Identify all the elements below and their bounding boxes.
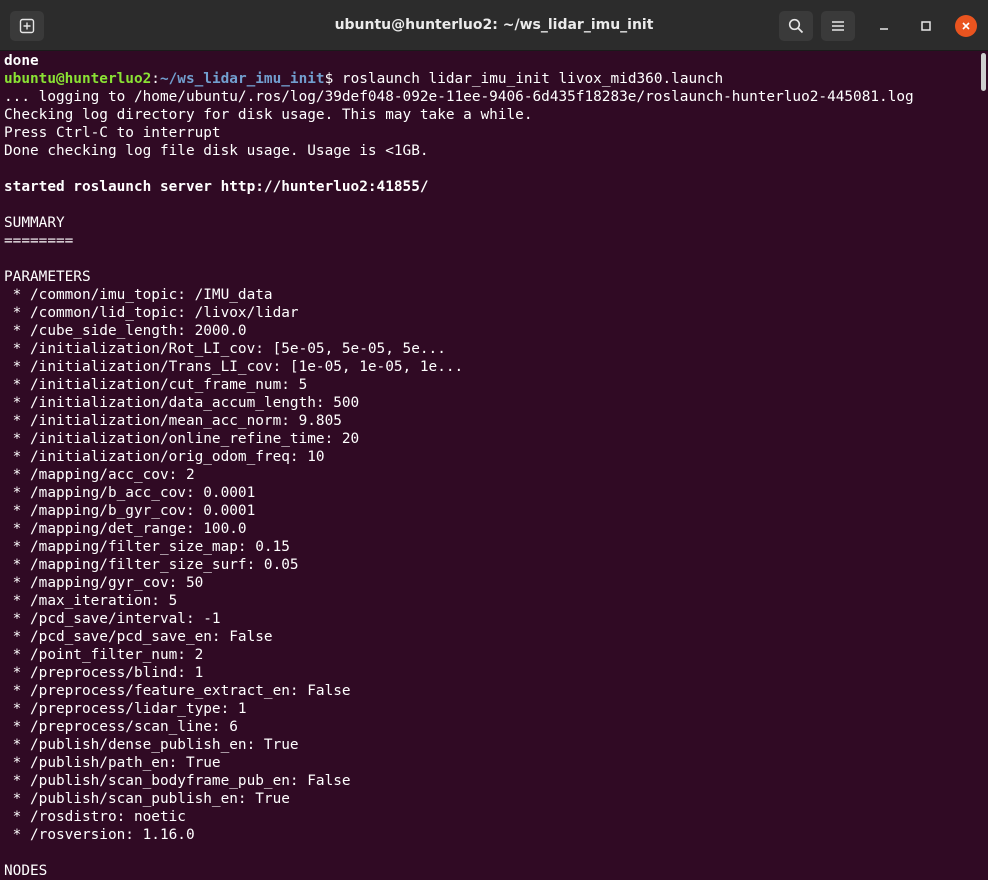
terminal-line: started roslaunch server http://hunterlu… — [4, 179, 429, 195]
param-line: * /point_filter_num: 2 — [4, 647, 204, 663]
terminal-line: SUMMARY — [4, 215, 65, 231]
param-line: * /preprocess/scan_line: 6 — [4, 719, 238, 735]
param-line: * /max_iteration: 5 — [4, 593, 178, 609]
terminal-line: Checking log directory for disk usage. T… — [4, 107, 533, 123]
terminal-output[interactable]: done ubuntu@hunterluo2:~/ws_lidar_imu_in… — [0, 51, 978, 880]
param-line: * /mapping/filter_size_surf: 0.05 — [4, 557, 299, 573]
terminal-line: done — [4, 53, 39, 69]
maximize-icon — [921, 21, 931, 31]
minimize-icon — [880, 28, 888, 30]
terminal-line: Press Ctrl-C to interrupt — [4, 125, 221, 141]
prompt-user: ubuntu@hunterluo2 — [4, 71, 152, 87]
param-line: * /initialization/cut_frame_num: 5 — [4, 377, 308, 393]
terminal-line: ... logging to /home/ubuntu/.ros/log/39d… — [4, 89, 914, 105]
param-line: * /mapping/gyr_cov: 50 — [4, 575, 204, 591]
param-line: * /common/lid_topic: /livox/lidar — [4, 305, 299, 321]
menu-button[interactable] — [821, 11, 855, 41]
param-line: * /publish/scan_publish_en: True — [4, 791, 290, 807]
param-line: * /preprocess/feature_extract_en: False — [4, 683, 351, 699]
param-line: * /mapping/acc_cov: 2 — [4, 467, 195, 483]
search-icon — [788, 18, 804, 34]
param-line: * /initialization/mean_acc_norm: 9.805 — [4, 413, 342, 429]
search-button[interactable] — [779, 11, 813, 41]
title-bar: ubuntu@hunterluo2: ~/ws_lidar_imu_init — [0, 0, 988, 51]
param-line: * /mapping/filter_size_map: 0.15 — [4, 539, 290, 555]
scrollbar-thumb[interactable] — [981, 53, 986, 91]
scrollbar[interactable] — [981, 53, 986, 878]
param-line: * /mapping/det_range: 100.0 — [4, 521, 247, 537]
command-prompt-line: ubuntu@hunterluo2:~/ws_lidar_imu_init$ r… — [4, 70, 723, 88]
maximize-button[interactable] — [915, 15, 937, 37]
terminal-line: ======== — [4, 233, 74, 249]
param-line: * /pcd_save/pcd_save_en: False — [4, 629, 273, 645]
param-line: * /publish/path_en: True — [4, 755, 221, 771]
prompt-command: $ roslaunch lidar_imu_init livox_mid360.… — [324, 71, 724, 87]
param-line: * /mapping/b_acc_cov: 0.0001 — [4, 485, 256, 501]
param-line: * /rosdistro: noetic — [4, 809, 186, 825]
param-line: * /preprocess/blind: 1 — [4, 665, 204, 681]
param-line: * /initialization/Rot_LI_cov: [5e-05, 5e… — [4, 341, 446, 357]
param-line: * /cube_side_length: 2000.0 — [4, 323, 247, 339]
param-line: * /rosversion: 1.16.0 — [4, 827, 195, 843]
param-line: * /initialization/online_refine_time: 20 — [4, 431, 360, 447]
close-icon — [962, 22, 970, 30]
terminal-line: NODES — [4, 863, 48, 879]
prompt-colon: : — [151, 71, 160, 87]
param-line: * /initialization/data_accum_length: 500 — [4, 395, 360, 411]
param-line: * /publish/scan_bodyframe_pub_en: False — [4, 773, 351, 789]
terminal-line: Done checking log file disk usage. Usage… — [4, 143, 429, 159]
param-line: * /preprocess/lidar_type: 1 — [4, 701, 247, 717]
hamburger-menu-icon — [832, 21, 844, 31]
param-line: * /pcd_save/interval: -1 — [4, 611, 221, 627]
terminal-line: PARAMETERS — [4, 269, 91, 285]
param-line: * /mapping/b_gyr_cov: 0.0001 — [4, 503, 256, 519]
param-line: * /initialization/orig_odom_freq: 10 — [4, 449, 325, 465]
minimize-button[interactable] — [873, 15, 895, 37]
prompt-path: ~/ws_lidar_imu_init — [159, 71, 325, 87]
param-line: * /common/imu_topic: /IMU_data — [4, 287, 273, 303]
close-button[interactable] — [955, 15, 977, 37]
param-line: * /publish/dense_publish_en: True — [4, 737, 299, 753]
param-line: * /initialization/Trans_LI_cov: [1e-05, … — [4, 359, 464, 375]
